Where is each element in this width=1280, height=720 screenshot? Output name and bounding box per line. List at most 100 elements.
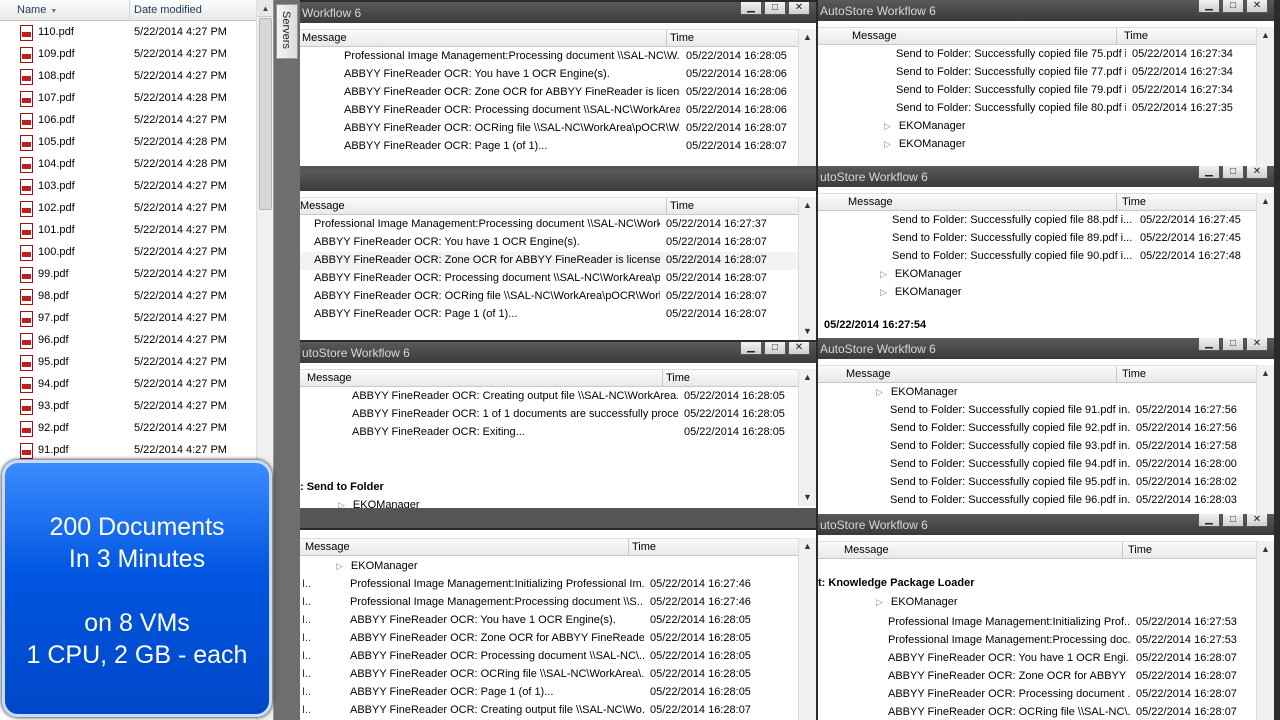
minimize-icon[interactable]: ▁	[1198, 514, 1220, 527]
tree-node[interactable]: ▷ EKOManager	[336, 560, 418, 572]
scroll-down-icon[interactable]: ▼	[799, 323, 816, 340]
log-row[interactable]: ABBYY FineReader OCR: 1 of 1 documents a…	[300, 406, 798, 424]
time-column-header[interactable]: Time	[1122, 196, 1146, 208]
log-row[interactable]: Send to Folder: Successfully copied file…	[818, 438, 1256, 456]
message-column-header[interactable]: Message	[848, 196, 893, 208]
log-scrollbar[interactable]: ▲	[1256, 541, 1274, 720]
message-column-header[interactable]: Message	[300, 200, 345, 212]
scroll-up-icon[interactable]: ▲	[799, 29, 816, 46]
date-modified-column-header[interactable]: Date modified	[130, 0, 256, 21]
log-row[interactable]: Send to Folder: Successfully copied file…	[818, 46, 1256, 64]
file-row[interactable]: 101.pdf 5/22/2014 4:27 PM	[0, 220, 256, 242]
minimize-icon[interactable]: ▁	[1198, 338, 1220, 351]
close-icon[interactable]: ✕	[1246, 166, 1268, 179]
message-column-header[interactable]: Message	[307, 372, 352, 384]
scroll-up-icon[interactable]: ▲	[1257, 541, 1274, 558]
log-scrollbar[interactable]: ▲▼	[798, 369, 816, 506]
message-column-header[interactable]: Message	[305, 541, 350, 553]
log-row[interactable]: ABBYY FineReader OCR: Zone OCR for ABBYY…	[818, 668, 1256, 686]
log-scrollbar[interactable]: ▲	[798, 538, 816, 720]
maximize-icon[interactable]: □	[1222, 514, 1244, 527]
log-row[interactable]: ABBYY FineReader OCR: Processing documen…	[300, 102, 798, 120]
log-row[interactable]: I.. ABBYY FineReader OCR: You have 1 OCR …	[300, 612, 798, 630]
log-row[interactable]: Professional Image Management:Processing…	[818, 632, 1256, 650]
tree-node[interactable]: ▷ EKOManager	[876, 596, 958, 608]
time-column-header[interactable]: Time	[670, 200, 694, 212]
file-row[interactable]: 109.pdf 5/22/2014 4:27 PM	[0, 44, 256, 66]
message-column-header[interactable]: Message	[302, 32, 347, 44]
log-row[interactable]: ABBYY FineReader OCR: You have 1 OCR Eng…	[300, 66, 798, 84]
log-row[interactable]: Professional Image Management:Processing…	[300, 216, 798, 234]
close-icon[interactable]: ✕	[788, 342, 810, 355]
log-row[interactable]: ABBYY FineReader OCR: OCRing file \\SAL-…	[300, 120, 798, 138]
log-row[interactable]: Send to Folder: Successfully copied file…	[818, 64, 1256, 82]
log-row[interactable]: Send to Folder: Successfully copied file…	[818, 474, 1256, 492]
file-row[interactable]: 110.pdf 5/22/2014 4:27 PM	[0, 22, 256, 44]
scroll-up-icon[interactable]: ▲	[257, 0, 273, 17]
message-column-header[interactable]: Message	[852, 30, 897, 42]
log-row[interactable]: Professional Image Management:Initializi…	[818, 614, 1256, 632]
log-row[interactable]: ABBYY FineReader OCR: OCRing file \\SAL-…	[818, 704, 1256, 720]
file-row[interactable]: 99.pdf 5/22/2014 4:27 PM	[0, 264, 256, 286]
file-row[interactable]: 103.pdf 5/22/2014 4:27 PM	[0, 176, 256, 198]
expand-triangle-icon[interactable]: ▷	[884, 139, 891, 149]
file-row[interactable]: 105.pdf 5/22/2014 4:28 PM	[0, 132, 256, 154]
window-titlebar[interactable]: utoStore Workflow 6	[300, 342, 816, 363]
log-row[interactable]: Send to Folder: Successfully copied file…	[818, 100, 1256, 118]
scrollbar-thumb[interactable]	[259, 18, 272, 210]
file-row[interactable]: 94.pdf 5/22/2014 4:27 PM	[0, 374, 256, 396]
log-row[interactable]: I.. ABBYY FineReader OCR: Creating output…	[300, 702, 798, 720]
expand-triangle-icon[interactable]: ▷	[876, 597, 883, 607]
expand-triangle-icon[interactable]: ▷	[880, 287, 887, 297]
file-row[interactable]: 92.pdf 5/22/2014 4:27 PM	[0, 418, 256, 440]
file-row[interactable]: 104.pdf 5/22/2014 4:28 PM	[0, 154, 256, 176]
minimize-icon[interactable]: ▁	[1198, 166, 1220, 179]
log-row[interactable]: I.. ABBYY FineReader OCR: Page 1 (of 1)..…	[300, 684, 798, 702]
scroll-up-icon[interactable]: ▲	[799, 197, 816, 214]
log-row[interactable]: ABBYY FineReader OCR: You have 1 OCR Eng…	[300, 234, 798, 252]
maximize-icon[interactable]: □	[764, 342, 786, 355]
scroll-up-icon[interactable]: ▲	[1257, 365, 1274, 382]
log-row[interactable]: Send to Folder: Successfully copied file…	[818, 492, 1256, 510]
time-column-header[interactable]: Time	[1128, 544, 1152, 556]
window-titlebar[interactable]	[300, 170, 816, 191]
file-row[interactable]: 96.pdf 5/22/2014 4:27 PM	[0, 330, 256, 352]
log-scrollbar[interactable]: ▲	[1256, 27, 1274, 166]
scroll-down-icon[interactable]: ▼	[799, 489, 816, 506]
close-icon[interactable]: ✕	[788, 2, 810, 15]
log-row[interactable]: Send to Folder: Successfully copied file…	[818, 82, 1256, 100]
log-row[interactable]: Send to Folder: Successfully copied file…	[818, 230, 1256, 248]
column-divider[interactable]	[1116, 28, 1117, 45]
tree-node[interactable]: ▷ EKOManager	[884, 120, 966, 132]
expand-triangle-icon[interactable]: ▷	[876, 387, 883, 397]
expand-triangle-icon[interactable]: ▷	[880, 269, 887, 279]
file-row[interactable]: 95.pdf 5/22/2014 4:27 PM	[0, 352, 256, 374]
expand-triangle-icon[interactable]: ▷	[884, 121, 891, 131]
log-row[interactable]: ABBYY FineReader OCR: Page 1 (of 1)... 05…	[300, 306, 798, 324]
log-row[interactable]: I.. ABBYY FineReader OCR: Processing docu…	[300, 648, 798, 666]
maximize-icon[interactable]: □	[1222, 338, 1244, 351]
log-row[interactable]: I.. Professional Image Management:Process…	[300, 594, 798, 612]
log-row[interactable]: Send to Folder: Successfully copied file…	[818, 212, 1256, 230]
log-row[interactable]: Send to Folder: Successfully copied file…	[818, 402, 1256, 420]
maximize-icon[interactable]: □	[1222, 0, 1244, 13]
time-column-header[interactable]: Time	[670, 32, 694, 44]
close-icon[interactable]: ✕	[1246, 514, 1268, 527]
tree-node[interactable]: ▷ EKOManager	[880, 268, 962, 280]
message-column-header[interactable]: Message	[844, 544, 889, 556]
name-column-header[interactable]: Name ▼	[0, 0, 130, 21]
log-row[interactable]: ABBYY FineReader OCR: Zone OCR for ABBYY…	[300, 252, 798, 270]
log-row[interactable]: ABBYY FineReader OCR: Processing documen…	[300, 270, 798, 288]
log-row[interactable]: ABBYY FineReader OCR: Processing documen…	[818, 686, 1256, 704]
scroll-up-icon[interactable]: ▲	[799, 369, 816, 386]
time-column-header[interactable]: Time	[1122, 368, 1146, 380]
tree-node[interactable]: ▷ EKOManager	[876, 386, 958, 398]
file-row[interactable]: 107.pdf 5/22/2014 4:28 PM	[0, 88, 256, 110]
scroll-up-icon[interactable]: ▲	[1257, 193, 1274, 210]
log-row[interactable]: ABBYY FineReader OCR: OCRing file \\SAL-…	[300, 288, 798, 306]
log-row[interactable]: ABBYY FineReader OCR: Creating output fi…	[300, 388, 798, 406]
minimize-icon[interactable]: ▁	[740, 2, 762, 15]
column-divider[interactable]	[662, 370, 663, 387]
log-scrollbar[interactable]: ▲	[1256, 365, 1274, 514]
file-row[interactable]: 100.pdf 5/22/2014 4:27 PM	[0, 242, 256, 264]
